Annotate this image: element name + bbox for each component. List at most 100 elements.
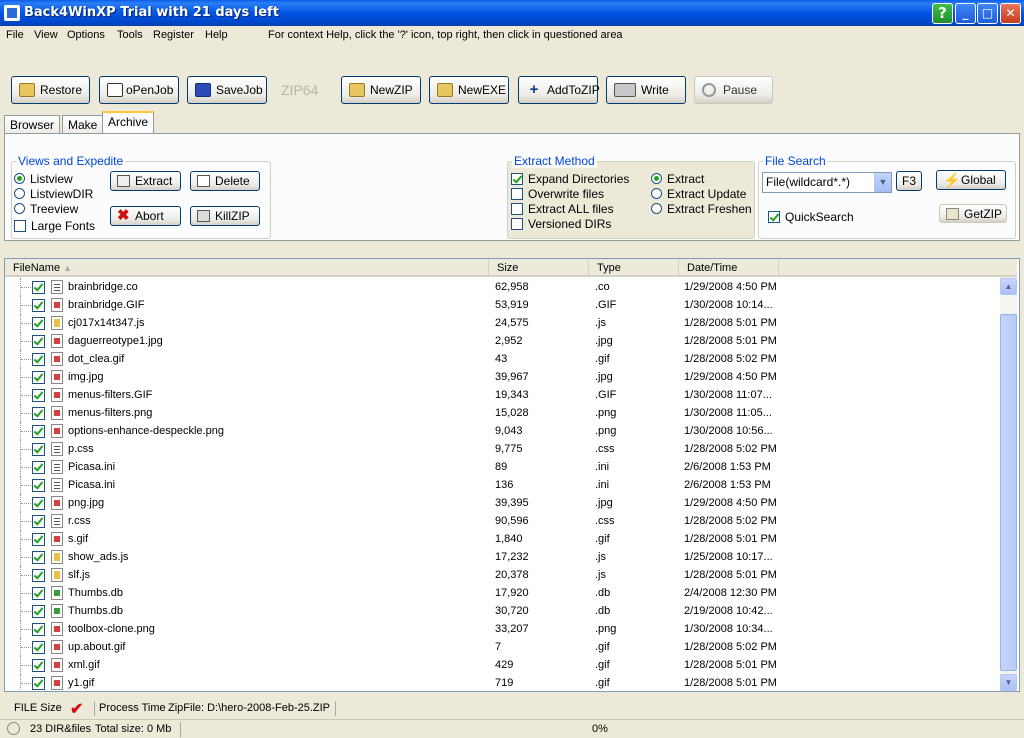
row-checkbox[interactable] (32, 641, 45, 654)
table-row[interactable]: dot_clea.gif 43 .gif 1/28/2008 5:02 PM (5, 350, 1000, 368)
help-button[interactable]: ? (932, 3, 953, 24)
file-type: .gif (595, 641, 610, 653)
row-checkbox[interactable] (32, 443, 45, 456)
newexe-button[interactable]: NewEXE (429, 76, 509, 104)
tab-make[interactable]: Make (62, 115, 104, 134)
row-checkbox[interactable] (32, 569, 45, 582)
tab-archive[interactable]: Archive (102, 111, 155, 134)
row-checkbox[interactable] (32, 299, 45, 312)
column-header-filename[interactable]: FileName ▲ (5, 259, 489, 277)
menu-view[interactable]: View (34, 29, 58, 41)
row-checkbox[interactable] (32, 371, 45, 384)
table-row[interactable]: brainbridge.GIF 53,919 .GIF 1/30/2008 10:14… (5, 296, 1000, 314)
row-checkbox[interactable] (32, 461, 45, 474)
row-checkbox[interactable] (32, 587, 45, 600)
overwrite-files-checkbox[interactable]: Overwrite files (511, 187, 604, 201)
newzip-button[interactable]: NewZIP (341, 76, 421, 104)
table-row[interactable]: Picasa.ini 89 .ini 2/6/2008 1:53 PM (5, 458, 1000, 476)
row-checkbox[interactable] (32, 335, 45, 348)
killzip-button[interactable]: KillZIP (190, 206, 260, 226)
table-row[interactable]: cj017x14t347.js 24,575 .js 1/28/2008 5:01 P… (5, 314, 1000, 332)
menu-help[interactable]: Help (205, 29, 228, 41)
table-row[interactable]: img.jpg 39,967 .jpg 1/29/2008 4:50 PM (5, 368, 1000, 386)
table-row[interactable]: Picasa.ini 136 .ini 2/6/2008 1:53 PM (5, 476, 1000, 494)
openjob-button[interactable]: oPenJob (99, 76, 179, 104)
row-checkbox[interactable] (32, 497, 45, 510)
global-button[interactable]: ⚡ Global (936, 170, 1006, 190)
row-checkbox[interactable] (32, 425, 45, 438)
chevron-down-icon[interactable]: ▼ (874, 173, 891, 192)
table-row[interactable]: toolbox-clone.png 33,207 .png 1/30/2008 10:… (5, 620, 1000, 638)
jpg-file-icon (51, 334, 63, 348)
menu-tools[interactable]: Tools (117, 29, 143, 41)
versioned-dirs-checkbox[interactable]: Versioned DIRs (511, 217, 611, 231)
row-checkbox[interactable] (32, 677, 45, 690)
column-header-datetime[interactable]: Date/Time (679, 259, 779, 277)
expand-directories-checkbox[interactable]: Expand Directories (511, 172, 629, 186)
table-row[interactable]: show_ads.js 17,232 .js 1/25/2008 10:17... (5, 548, 1000, 566)
scroll-up-arrow-icon[interactable]: ▲ (1000, 278, 1017, 295)
f3-button[interactable]: F3 (896, 171, 922, 191)
getzip-button[interactable]: GetZIP (939, 204, 1007, 223)
row-checkbox[interactable] (32, 353, 45, 366)
row-checkbox[interactable] (32, 317, 45, 330)
menu-options[interactable]: Options (67, 29, 105, 41)
pause-button[interactable]: Pause (694, 76, 773, 104)
extract-radio[interactable]: Extract (651, 172, 704, 186)
restore-button[interactable]: Restore (11, 76, 90, 104)
addtozip-button[interactable]: + AddToZIP (518, 76, 600, 104)
view-listview[interactable]: Listview (14, 172, 73, 186)
row-checkbox[interactable] (32, 515, 45, 528)
table-row[interactable]: png.jpg 39,395 .jpg 1/29/2008 4:50 PM (5, 494, 1000, 512)
row-checkbox[interactable] (32, 281, 45, 294)
row-checkbox[interactable] (32, 479, 45, 492)
file-date: 1/25/2008 10:17... (684, 551, 773, 563)
write-button[interactable]: Write (606, 76, 686, 104)
view-treeview[interactable]: Treeview (14, 202, 78, 216)
minimize-button[interactable]: _ (955, 3, 976, 24)
table-row[interactable]: menus-filters.GIF 19,343 .GIF 1/30/2008 11:… (5, 386, 1000, 404)
quicksearch-checkbox[interactable]: QuickSearch (768, 210, 854, 224)
close-button[interactable]: ✕ (1000, 3, 1021, 24)
menu-file[interactable]: File (6, 29, 24, 41)
table-row[interactable]: r.css 90,596 .css 1/28/2008 5:02 PM (5, 512, 1000, 530)
scrollbar-thumb[interactable] (1000, 314, 1017, 671)
table-row[interactable]: brainbridge.co 62,958 .co 1/29/2008 4:50 PM (5, 278, 1000, 296)
file-search-combo[interactable]: File(wildcard*.*) ▼ (762, 172, 892, 193)
column-header-size[interactable]: Size (489, 259, 589, 277)
row-checkbox[interactable] (32, 407, 45, 420)
table-row[interactable]: menus-filters.png 15,028 .png 1/30/2008 11:… (5, 404, 1000, 422)
table-row[interactable]: Thumbs.db 30,720 .db 2/19/2008 10:42... (5, 602, 1000, 620)
view-listviewdir[interactable]: ListviewDIR (14, 187, 93, 201)
table-row[interactable]: p.css 9,775 .css 1/28/2008 5:02 PM (5, 440, 1000, 458)
extract-freshen-radio[interactable]: Extract Freshen (651, 202, 752, 216)
column-header-type[interactable]: Type (589, 259, 679, 277)
menu-register[interactable]: Register (153, 29, 194, 41)
delete-button[interactable]: Delete (190, 171, 260, 191)
row-checkbox[interactable] (32, 623, 45, 636)
abort-button[interactable]: ✖ Abort (110, 206, 181, 226)
vertical-scrollbar[interactable]: ▲ ▼ (1000, 277, 1017, 691)
large-fonts-checkbox[interactable]: Large Fonts (14, 219, 95, 233)
row-checkbox[interactable] (32, 605, 45, 618)
extract-update-radio[interactable]: Extract Update (651, 187, 746, 201)
table-row[interactable]: slf.js 20,378 .js 1/28/2008 5:01 PM (5, 566, 1000, 584)
table-row[interactable]: up.about.gif 7 .gif 1/28/2008 5:02 PM (5, 638, 1000, 656)
table-row[interactable]: options-enhance-despeckle.png 9,043 .png 1/… (5, 422, 1000, 440)
table-row[interactable]: xml.gif 429 .gif 1/28/2008 5:01 PM (5, 656, 1000, 674)
extract-button[interactable]: Extract (110, 171, 181, 191)
maximize-button[interactable]: □ (977, 3, 998, 24)
savejob-button[interactable]: SaveJob (187, 76, 267, 104)
row-checkbox[interactable] (32, 533, 45, 546)
tab-browser[interactable]: Browser (4, 115, 61, 134)
table-row[interactable]: Thumbs.db 17,920 .db 2/4/2008 12:30 PM (5, 584, 1000, 602)
row-checkbox[interactable] (32, 659, 45, 672)
table-row[interactable]: daguerreotype1.jpg 2,952 .jpg 1/28/2008 5:0… (5, 332, 1000, 350)
scroll-down-arrow-icon[interactable]: ▼ (1000, 674, 1017, 691)
extract-all-files-checkbox[interactable]: Extract ALL files (511, 202, 614, 216)
row-checkbox[interactable] (32, 389, 45, 402)
row-checkbox[interactable] (32, 551, 45, 564)
table-row[interactable]: s.gif 1,840 .gif 1/28/2008 5:01 PM (5, 530, 1000, 548)
checkmark-icon[interactable]: ✔ (70, 699, 83, 719)
table-row[interactable]: y1.gif 719 .gif 1/28/2008 5:01 PM (5, 674, 1000, 691)
